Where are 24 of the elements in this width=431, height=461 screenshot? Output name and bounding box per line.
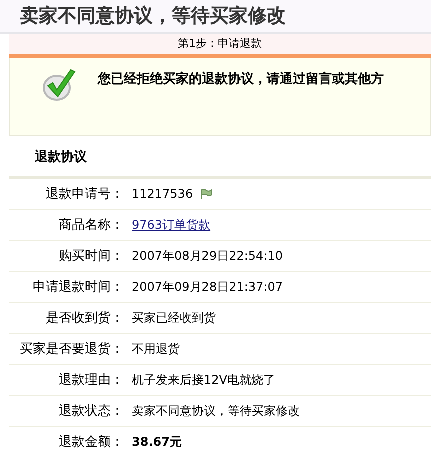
field-label: 申请退款时间： [32,279,124,296]
field-label: 买家是否要退货： [19,341,124,358]
field-value: 11217536 [132,187,194,201]
refund-amount: 38.67元 [132,434,182,450]
field-label: 购买时间： [58,248,124,265]
checkmark-icon [42,67,76,101]
page-title: 卖家不同意协议，等待买家修改 [0,0,431,34]
field-label: 退款理由： [58,372,124,389]
field-value: 2007年09月28日21:37:07 [132,278,283,296]
flag-icon [201,189,214,199]
field-label: 退款状态： [58,403,124,420]
notice-message: 您已经拒绝买家的退款协议，请通过留言或其他方 [98,70,384,88]
product-link[interactable]: 9763订单货款 [132,216,211,234]
field-value: 不用退货 [132,340,180,358]
section-title: 退款协议 [35,148,88,167]
field-value: 机子发来后接12V电就烧了 [132,372,276,388]
field-label: 退款申请号： [45,186,124,203]
step-label: 第1步：申请退款 [178,37,262,50]
field-label: 退款金额： [58,434,124,451]
field-label: 商品名称： [58,217,124,234]
field-value: 2007年08月29日22:54:10 [132,248,283,264]
field-label: 是否收到货： [45,310,124,327]
field-value: 买家已经收到货 [132,310,216,326]
field-value: 卖家不同意协议，等待买家修改 [132,402,300,420]
